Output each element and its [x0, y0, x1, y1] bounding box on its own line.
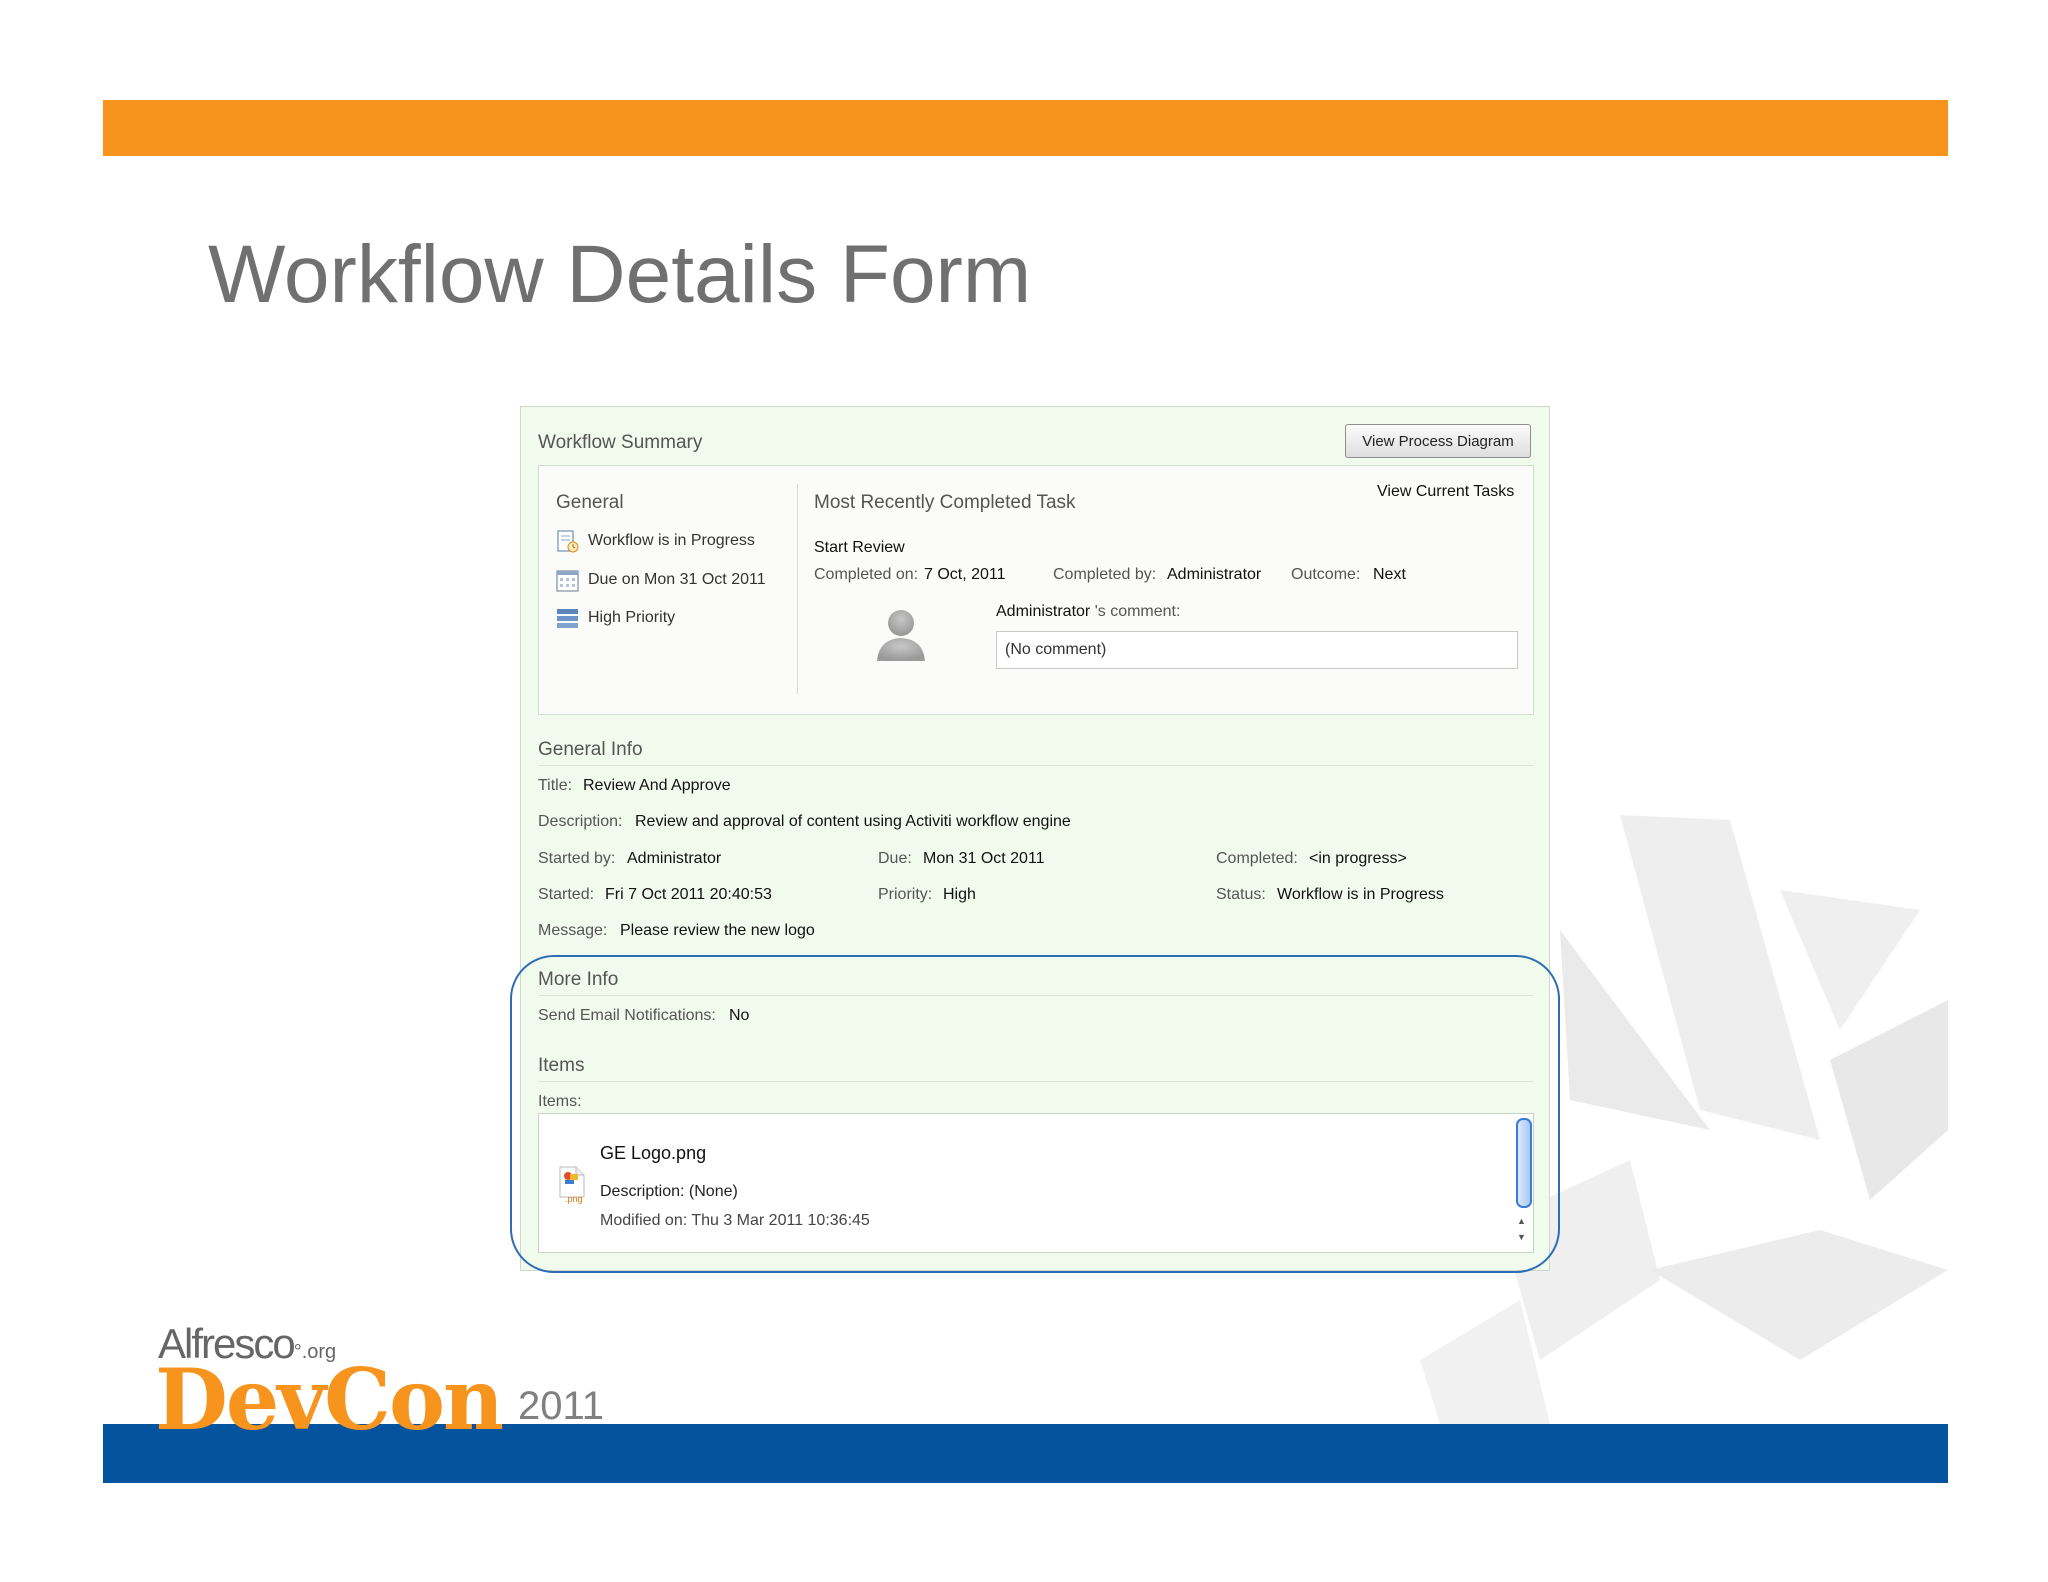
title-value: Review And Approve [583, 777, 731, 794]
started-value: Fri 7 Oct 2011 20:40:53 [605, 886, 772, 903]
view-process-diagram-button[interactable]: View Process Diagram [1345, 424, 1531, 458]
general-section-title: General [556, 492, 624, 513]
description-label: Description: [538, 813, 623, 830]
due-label: Due: [878, 850, 912, 867]
comment-author: Administrator [996, 603, 1091, 620]
general-item-label: High Priority [588, 609, 676, 626]
started-by-value: Administrator [627, 850, 722, 867]
priority-label: Priority: [878, 886, 933, 903]
workflow-summary-box: General Workflow is in Progress Due on M… [538, 465, 1534, 715]
outcome-value: Next [1373, 566, 1406, 583]
summary-divider [797, 484, 798, 694]
completed-on-value: 7 Oct, 2011 [924, 566, 1006, 583]
recent-task-title: Most Recently Completed Task [814, 492, 1076, 513]
priority-value: High [943, 886, 976, 903]
message-label: Message: [538, 922, 608, 939]
workflow-status-icon [557, 530, 579, 553]
logo-year: 2011 [518, 1384, 605, 1428]
message-value: Please review the new logo [620, 922, 815, 939]
description-value: Review and approval of content using Act… [635, 813, 1071, 830]
logo-devcon-wordmark: DevCon [155, 1350, 504, 1449]
general-item-label: Workflow is in Progress [588, 532, 755, 549]
completed-by-label: Completed by: [1053, 566, 1157, 583]
status-label: Status: [1216, 886, 1266, 903]
general-item-label: Due on Mon 31 Oct 2011 [588, 571, 766, 588]
slide-title: Workflow Details Form [208, 229, 1032, 320]
avatar-icon [877, 610, 925, 661]
status-value: Workflow is in Progress [1277, 886, 1444, 903]
top-orange-band [103, 100, 1948, 156]
outcome-label: Outcome: [1291, 566, 1361, 583]
completed-by-value: Administrator [1167, 566, 1262, 583]
started-by-label: Started by: [538, 850, 616, 867]
completed-on-label: Completed on: [814, 566, 919, 583]
title-label: Title: [538, 777, 573, 794]
section-divider [538, 765, 1534, 766]
completed-value: <in progress> [1309, 850, 1407, 867]
calendar-icon [556, 570, 579, 592]
workflow-summary-title: Workflow Summary [538, 432, 703, 453]
comment-box: (No comment) [996, 631, 1518, 669]
highlight-ring [510, 955, 1560, 1273]
view-current-tasks-link[interactable]: View Current Tasks [1377, 483, 1514, 501]
priority-icon [557, 609, 578, 628]
completed-label: Completed: [1216, 850, 1298, 867]
due-value: Mon 31 Oct 2011 [923, 850, 1045, 867]
general-info-title: General Info [538, 739, 643, 760]
comment-suffix: 's comment: [1090, 603, 1181, 620]
task-name: Start Review [814, 539, 905, 556]
started-label: Started: [538, 886, 595, 903]
comment-heading: Administrator 's comment: [996, 603, 1180, 621]
